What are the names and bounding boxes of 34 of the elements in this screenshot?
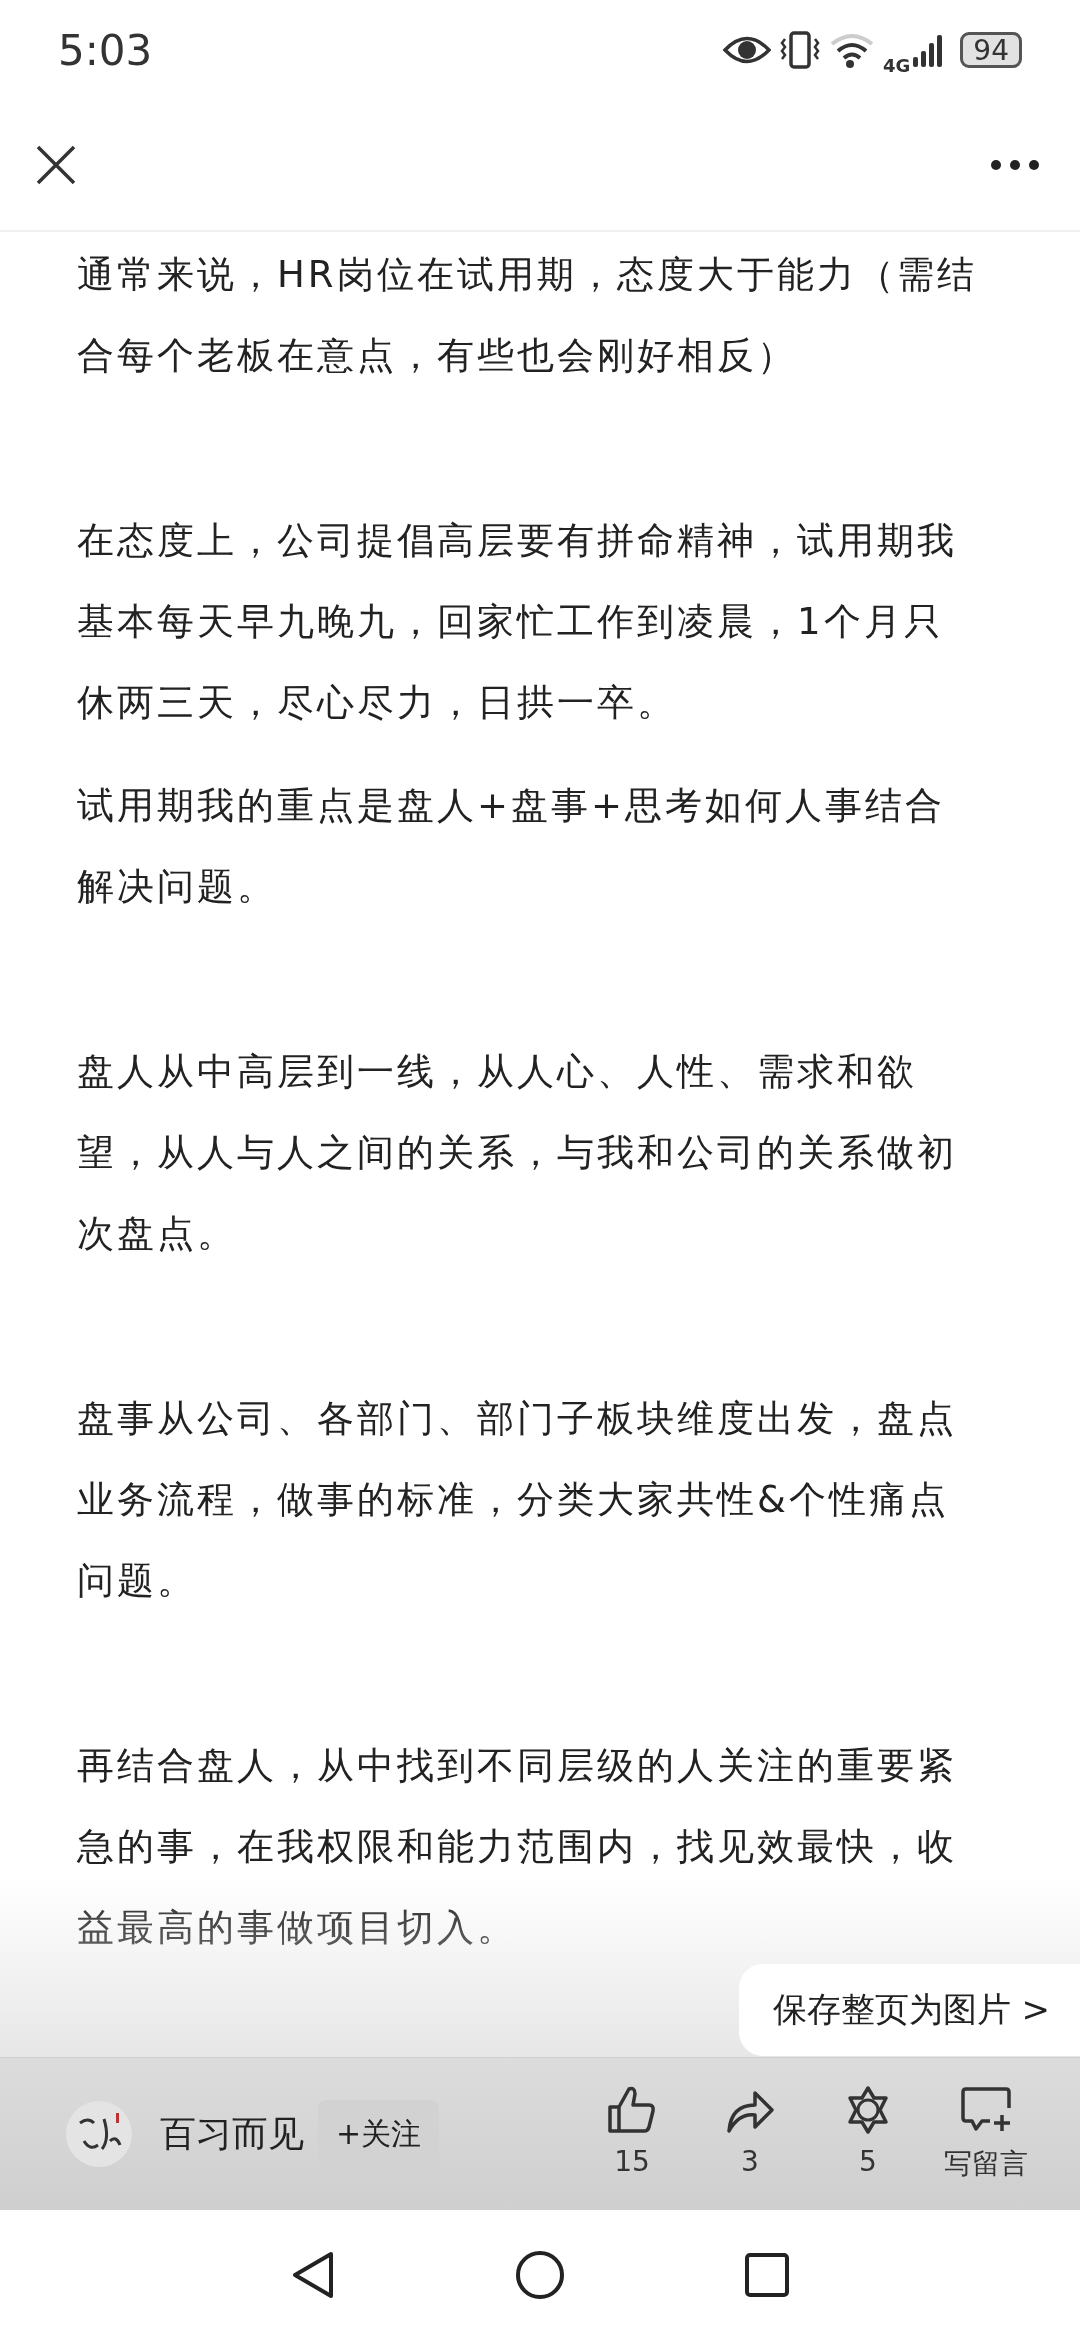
text-line: 通常来说，HR岗位在试用期，态度大于能力（需结: [77, 252, 977, 298]
save-page-button[interactable]: 保存整页为图片 >: [738, 1964, 1080, 2056]
thumbs-up-icon[interactable]: [607, 2085, 657, 2135]
author-name[interactable]: 百习而见: [160, 2109, 304, 2159]
close-icon[interactable]: [36, 145, 76, 185]
action-label: 3: [741, 2145, 759, 2178]
text-line: 急的事，在我权限和能力范围内，找见效最快，收: [77, 1824, 957, 1870]
action-label: 写留言: [944, 2146, 1028, 2182]
text-line: 次盘点。: [77, 1211, 237, 1257]
text-line: 再结合盘人，从中找到不同层级的人关注的重要紧: [77, 1743, 957, 1789]
status-time: 5:03: [58, 25, 153, 75]
text-line: 业务流程，做事的标准，分类大家共性&个性痛点: [77, 1477, 949, 1523]
text-line: 试用期我的重点是盘人+盘事+思考如何人事结合: [77, 783, 945, 829]
action-label: 15: [614, 2145, 650, 2178]
author-avatar: [66, 2101, 132, 2167]
text-line: 问题。: [77, 1558, 197, 1604]
text-line: 盘事从公司、各部门、部门子板块维度出发，盘点: [77, 1396, 957, 1442]
action-label: 5: [859, 2145, 877, 2178]
text-line: 益最高的事做项目切入。: [77, 1905, 517, 1951]
text-line: 盘人从中高层到一线，从人心、人性、需求和欲: [77, 1049, 917, 1095]
home-icon[interactable]: [515, 2250, 565, 2300]
text-line: 休两三天，尽心尽力，日拱一卒。: [77, 680, 677, 726]
wifi-icon: [829, 32, 876, 68]
vibrate-icon: [779, 31, 822, 69]
battery-level: 94: [973, 33, 1009, 67]
text-line: 在态度上，公司提倡高层要有拼命精神，试用期我: [77, 518, 957, 564]
recents-icon[interactable]: [745, 2253, 789, 2297]
back-icon[interactable]: [291, 2250, 335, 2300]
more-icon[interactable]: [990, 159, 1040, 171]
text-line: 基本每天早九晚九，回家忙工作到凌晨，1个月只: [77, 599, 944, 645]
text-line: 解决问题。: [77, 864, 277, 910]
text-line: 合每个老板在意点，有些也会刚好相反）: [77, 333, 797, 379]
text-line: 望，从人与人之间的关系，与我和公司的关系做初: [77, 1130, 957, 1176]
network-label: 4G: [883, 54, 911, 76]
